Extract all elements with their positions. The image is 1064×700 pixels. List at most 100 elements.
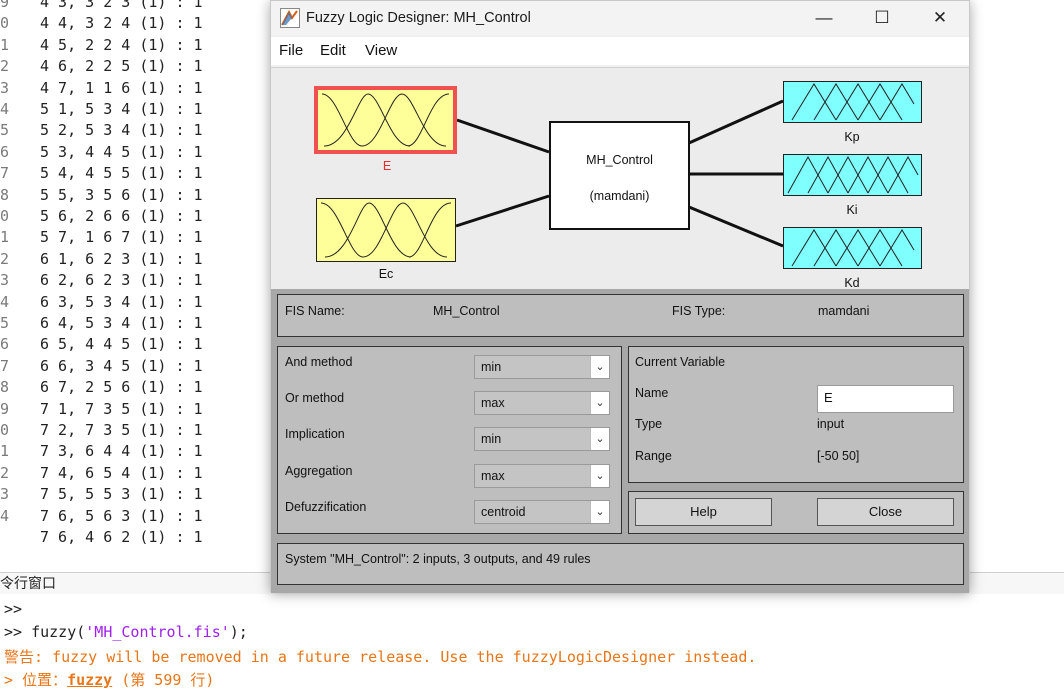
input-label-ec: Ec <box>378 267 394 281</box>
output-label-ki: Ki <box>846 203 858 217</box>
menu-view[interactable]: View <box>365 42 397 59</box>
chevron-down-icon: ⌄ <box>590 465 609 487</box>
minimize-button[interactable]: — <box>795 1 853 35</box>
rule-line: 4 5, 2 2 4 (1) : 1 <box>40 35 203 54</box>
membership-functions-icon <box>320 202 452 258</box>
command-string: 'MH_Control.fis' <box>85 623 230 641</box>
line-number: 7 <box>0 356 10 375</box>
rule-line: 6 3, 5 3 4 (1) : 1 <box>40 292 203 311</box>
variable-name-label: Name <box>635 386 669 400</box>
implication-label: Implication <box>285 427 345 441</box>
line-number: 1 <box>0 442 10 461</box>
rule-line: 4 6, 2 2 5 (1) : 1 <box>40 57 203 76</box>
defuzzification-label: Defuzzification <box>285 500 367 514</box>
help-button[interactable]: Help <box>635 498 772 526</box>
fis-type-value: mamdani <box>818 304 870 318</box>
variable-range-value: [-50 50] <box>817 449 860 463</box>
rule-line: 7 3, 6 4 4 (1) : 1 <box>40 442 203 461</box>
and-method-value: min <box>481 360 502 374</box>
rule-line: 6 4, 5 3 4 (1) : 1 <box>40 314 203 332</box>
aggregation-select[interactable]: max ⌄ <box>474 464 610 488</box>
line-number: 1 <box>0 35 10 54</box>
rule-line: 5 1, 5 3 4 (1) : 1 <box>40 100 203 118</box>
methods-panel: And method min ⌄ Or method max ⌄ Implicati… <box>277 346 622 534</box>
window-title: Fuzzy Logic Designer: MH_Control <box>306 10 531 26</box>
fis-type-label: FIS Type: <box>672 304 726 318</box>
membership-functions-icon <box>321 93 450 147</box>
and-method-select[interactable]: min ⌄ <box>474 355 610 379</box>
menu-file[interactable]: File <box>279 42 303 59</box>
output-variable-kp[interactable] <box>783 81 922 123</box>
input-variable-e[interactable] <box>314 86 457 154</box>
rule-line: 4 4, 3 2 4 (1) : 1 <box>40 14 203 33</box>
system-name: MH_Control <box>586 153 653 167</box>
menu-edit[interactable]: Edit <box>320 42 346 59</box>
line-number: 5 <box>0 121 10 140</box>
line-number: 7 <box>0 164 10 183</box>
fis-system-block[interactable]: MH_Control (mamdani) <box>549 121 690 230</box>
close-window-button[interactable]: ✕ <box>911 1 969 35</box>
line-number: 0 <box>0 421 10 439</box>
rule-line: 7 2, 7 3 5 (1) : 1 <box>40 421 203 439</box>
line-number: 3 <box>0 485 10 504</box>
warning-message: 警告: fuzzy will be removed in a future re… <box>4 648 757 666</box>
command-line: >> fuzzy('MH_Control.fis'); <box>4 621 248 643</box>
properties-area: FIS Name: MH_Control FIS Type: mamdani A… <box>271 289 969 593</box>
output-label-kd: Kd <box>844 276 860 290</box>
line-number: 6 <box>0 335 10 354</box>
defuzzification-select[interactable]: centroid ⌄ <box>474 500 610 524</box>
line-number: 3 <box>0 78 10 97</box>
variable-type-value: input <box>817 417 845 431</box>
fis-name-value: MH_Control <box>433 304 500 318</box>
prompt-line: >> <box>4 600 23 618</box>
fuzzy-logic-designer-window: Fuzzy Logic Designer: MH_Control — ☐ ✕ F… <box>270 0 970 593</box>
close-button[interactable]: Close <box>817 498 954 526</box>
rule-line: 7 6, 4 6 2 (1) : 1 <box>40 528 203 546</box>
rule-line: 5 4, 4 5 5 (1) : 1 <box>40 164 203 183</box>
line-number: 9 <box>0 0 10 11</box>
rule-line: 5 3, 4 4 5 (1) : 1 <box>40 142 203 161</box>
input-variable-ec[interactable] <box>316 198 456 262</box>
rule-line: 6 5, 4 4 5 (1) : 1 <box>40 335 203 354</box>
rule-line: 6 7, 2 5 6 (1) : 1 <box>40 378 203 397</box>
location-suffix: (第 599 行) <box>112 671 215 689</box>
maximize-button[interactable]: ☐ <box>853 1 911 35</box>
implication-select[interactable]: min ⌄ <box>474 427 610 451</box>
aggregation-value: max <box>481 469 505 483</box>
output-label-kp: Kp <box>844 130 860 144</box>
status-text: System "MH_Control": 2 inputs, 3 outputs… <box>285 552 591 566</box>
line-number: 8 <box>0 185 10 204</box>
input-label-e: E <box>382 159 392 173</box>
aggregation-label: Aggregation <box>285 464 353 478</box>
title-bar[interactable]: Fuzzy Logic Designer: MH_Control — ☐ ✕ <box>271 1 969 35</box>
menu-bar: File Edit View <box>271 37 969 65</box>
current-variable-panel: Current Variable Name E Type input Range… <box>628 346 964 483</box>
rule-line: 7 4, 6 5 4 (1) : 1 <box>40 463 203 482</box>
chevron-down-icon: ⌄ <box>590 428 609 450</box>
line-number: 9 <box>0 399 10 418</box>
and-method-label: And method <box>285 355 353 369</box>
or-method-select[interactable]: max ⌄ <box>474 391 610 415</box>
line-number: 4 <box>0 292 10 311</box>
chevron-down-icon: ⌄ <box>590 501 609 523</box>
rule-line: 6 6, 3 4 5 (1) : 1 <box>40 356 203 375</box>
line-number: 0 <box>0 207 10 225</box>
line-number: 3 <box>0 271 10 290</box>
output-variable-kd[interactable] <box>783 227 922 269</box>
output-variable-ki[interactable] <box>783 154 922 196</box>
fis-info-panel: FIS Name: MH_Control FIS Type: mamdani <box>277 294 964 337</box>
or-method-value: max <box>481 396 505 410</box>
rule-line: 5 2, 5 3 4 (1) : 1 <box>40 121 203 140</box>
rule-line: 6 2, 6 2 3 (1) : 1 <box>40 271 203 290</box>
matlab-icon <box>280 8 300 28</box>
defuzzification-value: centroid <box>481 505 526 519</box>
rule-line: 7 5, 5 5 3 (1) : 1 <box>40 485 203 504</box>
rule-line: 5 6, 2 6 6 (1) : 1 <box>40 207 203 225</box>
rule-line: 4 3, 3 2 3 (1) : 1 <box>40 0 203 11</box>
line-number: 1 <box>0 228 10 247</box>
rule-line: 5 5, 3 5 6 (1) : 1 <box>40 185 203 204</box>
or-method-label: Or method <box>285 391 345 405</box>
location-link[interactable]: fuzzy <box>67 671 112 689</box>
variable-name-input[interactable]: E <box>817 385 954 413</box>
command-window[interactable]: >> >> fuzzy('MH_Control.fis'); 警告: fuzzy… <box>0 596 1064 700</box>
